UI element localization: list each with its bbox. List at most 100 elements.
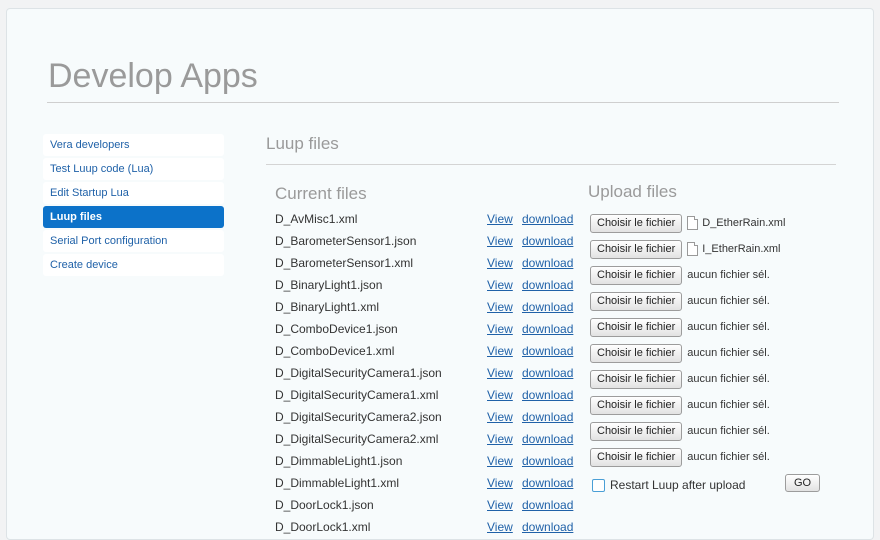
selected-file-name: I_EtherRain.xml	[702, 243, 781, 255]
view-link[interactable]: View	[487, 406, 513, 428]
selected-file-name: aucun fichier sél.	[687, 321, 770, 333]
upload-slot: Choisir le fichier aucun fichier sél.	[590, 288, 870, 314]
section-title: Luup files	[266, 134, 339, 153]
choose-file-button[interactable]: Choisir le fichier	[590, 447, 683, 467]
selected-file-status: aucun fichier sél.	[687, 451, 770, 463]
download-link[interactable]: download	[522, 384, 573, 406]
title-divider	[47, 102, 839, 103]
sidebar-item-create-device[interactable]: Create device	[43, 254, 224, 276]
sidebar-item-luup-files[interactable]: Luup files	[43, 206, 224, 228]
view-link[interactable]: View	[487, 516, 513, 538]
selected-file-name: D_EtherRain.xml	[702, 217, 786, 229]
view-link[interactable]: View	[487, 340, 513, 362]
download-link[interactable]: download	[522, 252, 573, 274]
selected-file-name: aucun fichier sél.	[687, 295, 770, 307]
download-link[interactable]: download	[522, 208, 573, 230]
download-link[interactable]: download	[522, 450, 573, 472]
current-files-list: D_AvMisc1.xml View download D_BarometerSens…	[275, 208, 585, 538]
sidebar-item-edit-startup-lua[interactable]: Edit Startup Lua	[43, 182, 224, 204]
upload-slot: Choisir le fichier aucun fichier sél.	[590, 314, 870, 340]
file-name: D_ComboDevice1.json	[275, 322, 398, 336]
selected-file-status: D_EtherRain.xml	[687, 216, 785, 230]
sidebar-item-vera-developers[interactable]: Vera developers	[43, 134, 224, 156]
file-name: D_DoorLock1.json	[275, 498, 374, 512]
selected-file-status: I_EtherRain.xml	[687, 242, 781, 256]
view-link[interactable]: View	[487, 318, 513, 340]
file-name: D_BinaryLight1.json	[275, 278, 383, 292]
view-link[interactable]: View	[487, 296, 513, 318]
file-name: D_DimmableLight1.json	[275, 454, 403, 468]
download-link[interactable]: download	[522, 296, 573, 318]
choose-file-button[interactable]: Choisir le fichier	[590, 265, 683, 285]
file-name: D_BinaryLight1.xml	[275, 300, 380, 314]
download-link[interactable]: download	[522, 428, 573, 450]
download-link[interactable]: download	[522, 362, 573, 384]
download-link[interactable]: download	[522, 472, 573, 494]
upload-slot: Choisir le fichier aucun fichier sél.	[590, 392, 870, 418]
choose-file-button[interactable]: Choisir le fichier	[590, 291, 683, 311]
file-row: D_BarometerSensor1.json View download	[275, 230, 585, 252]
upload-slot: Choisir le fichier aucun fichier sél.	[590, 418, 870, 444]
sidebar-item-serial-port-configuration[interactable]: Serial Port configuration	[43, 230, 224, 252]
download-link[interactable]: download	[522, 406, 573, 428]
download-link[interactable]: download	[522, 340, 573, 362]
section-divider	[266, 164, 836, 165]
file-row: D_BarometerSensor1.xml View download	[275, 252, 585, 274]
choose-file-button[interactable]: Choisir le fichier	[590, 239, 683, 259]
view-link[interactable]: View	[487, 384, 513, 406]
selected-file-name: aucun fichier sél.	[687, 451, 770, 463]
file-name: D_DigitalSecurityCamera1.xml	[275, 388, 439, 402]
file-row: D_AvMisc1.xml View download	[275, 208, 585, 230]
view-link[interactable]: View	[487, 230, 513, 252]
choose-file-button[interactable]: Choisir le fichier	[590, 213, 683, 233]
choose-file-button[interactable]: Choisir le fichier	[590, 343, 683, 363]
view-link[interactable]: View	[487, 208, 513, 230]
selected-file-name: aucun fichier sél.	[687, 373, 770, 385]
restart-luup-label: Restart Luup after upload	[610, 478, 746, 492]
upload-slot: Choisir le fichier aucun fichier sél.	[590, 366, 870, 392]
choose-file-button[interactable]: Choisir le fichier	[590, 317, 683, 337]
file-row: D_DigitalSecurityCamera1.xml View download	[275, 384, 585, 406]
view-link[interactable]: View	[487, 472, 513, 494]
choose-file-button[interactable]: Choisir le fichier	[590, 421, 683, 441]
view-link[interactable]: View	[487, 274, 513, 296]
view-link[interactable]: View	[487, 450, 513, 472]
selected-file-status: aucun fichier sél.	[687, 295, 770, 307]
choose-file-button[interactable]: Choisir le fichier	[590, 369, 683, 389]
restart-luup-checkbox[interactable]	[592, 478, 605, 492]
upload-slot: Choisir le fichier aucun fichier sél.	[590, 340, 870, 366]
file-row: D_DimmableLight1.json View download	[275, 450, 585, 472]
sidebar-item-test-luup-code[interactable]: Test Luup code (Lua)	[43, 158, 224, 180]
selected-file-name: aucun fichier sél.	[687, 347, 770, 359]
file-row: D_DoorLock1.json View download	[275, 494, 585, 516]
sidebar-nav: Vera developers Test Luup code (Lua) Edi…	[43, 134, 224, 278]
view-link[interactable]: View	[487, 428, 513, 450]
upload-slot: Choisir le fichier aucun fichier sél.	[590, 262, 870, 288]
download-link[interactable]: download	[522, 494, 573, 516]
view-link[interactable]: View	[487, 362, 513, 384]
choose-file-button[interactable]: Choisir le fichier	[590, 395, 683, 415]
download-link[interactable]: download	[522, 230, 573, 252]
file-name: D_DigitalSecurityCamera2.xml	[275, 432, 439, 446]
selected-file-status: aucun fichier sél.	[687, 347, 770, 359]
file-row: D_BinaryLight1.xml View download	[275, 296, 585, 318]
file-name: D_DoorLock1.xml	[275, 520, 371, 534]
selected-file-status: aucun fichier sél.	[687, 399, 770, 411]
download-link[interactable]: download	[522, 516, 573, 538]
selected-file-name: aucun fichier sél.	[687, 399, 770, 411]
file-row: D_ComboDevice1.json View download	[275, 318, 585, 340]
selected-file-name: aucun fichier sél.	[687, 269, 770, 281]
view-link[interactable]: View	[487, 252, 513, 274]
go-button[interactable]: GO	[785, 474, 821, 492]
file-row: D_DimmableLight1.xml View download	[275, 472, 585, 494]
download-link[interactable]: download	[522, 274, 573, 296]
page-title: Develop Apps	[48, 57, 258, 95]
download-link[interactable]: download	[522, 318, 573, 340]
file-name: D_BarometerSensor1.json	[275, 234, 417, 248]
document-icon	[687, 216, 699, 230]
file-row: D_BinaryLight1.json View download	[275, 274, 585, 296]
file-name: D_DigitalSecurityCamera2.json	[275, 410, 442, 424]
view-link[interactable]: View	[487, 494, 513, 516]
file-row: D_DigitalSecurityCamera2.xml View download	[275, 428, 585, 450]
document-icon	[687, 242, 699, 256]
